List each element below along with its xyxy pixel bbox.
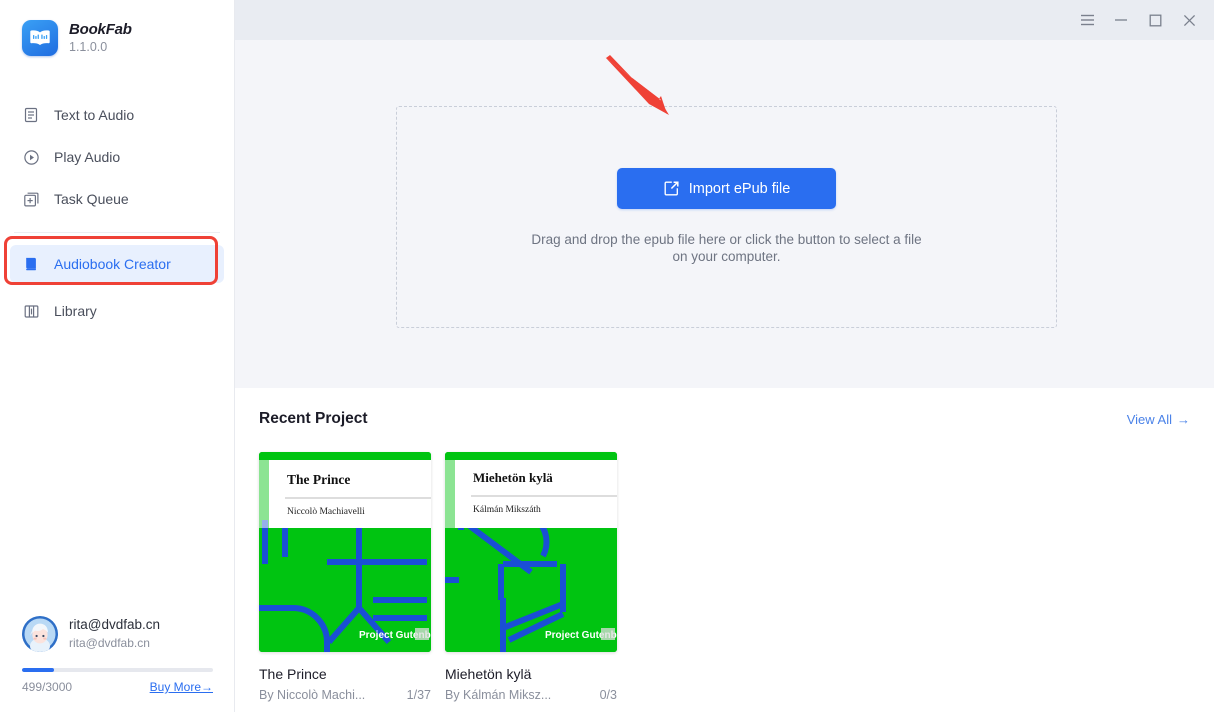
sidebar-nav: Text to Audio Play Audio Task Queue Audi… [0, 96, 234, 330]
import-epub-button[interactable]: Import ePub file [617, 168, 836, 209]
document-icon [22, 106, 40, 124]
quota-row: 499/3000 Buy More→ [22, 680, 213, 694]
maximize-icon[interactable] [1138, 5, 1172, 35]
brand: BookFab 1.1.0.0 [0, 0, 234, 56]
user-account-block: rita@dvdfab.cn rita@dvdfab.cn 499/3000 B… [0, 616, 235, 712]
buy-more-arrow-icon: → [201, 680, 213, 694]
project-subtitle: By Niccolò Machi... 1/37 [259, 688, 431, 702]
buy-more-link[interactable]: Buy More→ [150, 680, 213, 694]
project-progress: 1/37 [406, 688, 431, 702]
project-card-list: The Prince Niccolò Machiavelli Project G… [259, 452, 1190, 702]
sidebar-item-library[interactable]: Library [10, 292, 224, 330]
main-area: Import ePub file Drag and drop the epub … [235, 0, 1214, 712]
arrow-right-icon: → [1177, 411, 1190, 427]
app-window: BookFab 1.1.0.0 Text to Audio Play Audio… [0, 0, 1214, 712]
project-card[interactable]: Miehetön kylä Kálmán Mikszáth Project Gu… [445, 452, 617, 702]
epub-dropzone[interactable]: Import ePub file Drag and drop the epub … [396, 106, 1057, 328]
view-all-link[interactable]: View All → [1127, 412, 1190, 427]
sidebar-item-text-to-audio[interactable]: Text to Audio [10, 96, 224, 134]
title-bar [235, 0, 1214, 40]
import-epub-label: Import ePub file [688, 180, 791, 197]
view-all-label: View All [1126, 411, 1172, 427]
project-card[interactable]: The Prince Niccolò Machiavelli Project G… [259, 452, 431, 702]
close-icon[interactable] [1172, 5, 1206, 35]
play-circle-icon [22, 148, 40, 166]
app-version: 1.1.0.0 [69, 40, 108, 55]
user-email: rita@dvdfab.cn [69, 635, 150, 650]
import-file-icon [663, 180, 680, 197]
recent-header: Recent Project View All → [259, 410, 1190, 428]
sidebar-item-label: Audiobook Creator [54, 256, 171, 272]
app-logo-icon [22, 20, 58, 56]
quota-progress-fill [22, 668, 54, 672]
user-name: rita@dvdfab.cn [69, 617, 160, 633]
recent-project-section: Recent Project View All → The Prince Nic… [235, 388, 1214, 712]
recent-project-title: Recent Project [259, 410, 368, 427]
project-progress: 0/3 [599, 688, 617, 702]
sidebar-item-label: Library [54, 303, 97, 319]
import-section: Import ePub file Drag and drop the epub … [235, 40, 1214, 388]
book-cover: The Prince Niccolò Machiavelli Project G… [259, 452, 431, 652]
buy-more-label: Buy More [149, 680, 201, 694]
dropzone-hint-line1: Drag and drop the epub file here or clic… [531, 232, 922, 247]
avatar [22, 616, 58, 652]
cover-author: Kálmán Mikszáth [473, 505, 541, 515]
quota-progress-bar [22, 668, 213, 672]
dropzone-hint-line2: on your computer. [672, 249, 781, 265]
sidebar-divider [14, 232, 220, 233]
app-name: BookFab [69, 21, 132, 39]
minimize-icon[interactable] [1104, 5, 1138, 35]
cover-title: The Prince [287, 472, 350, 487]
cover-title: Miehetön kylä [473, 470, 553, 485]
book-filled-icon [22, 255, 40, 273]
bookshelf-icon [22, 302, 40, 320]
sidebar-item-label: Text to Audio [54, 107, 135, 123]
task-queue-icon [22, 190, 40, 208]
sidebar-item-play-audio[interactable]: Play Audio [10, 138, 224, 176]
sidebar-item-label: Play Audio [54, 149, 121, 165]
sidebar-item-task-queue[interactable]: Task Queue [10, 180, 224, 218]
user-row[interactable]: rita@dvdfab.cn rita@dvdfab.cn [22, 616, 213, 652]
hamburger-menu-icon[interactable] [1070, 5, 1104, 35]
sidebar-item-audiobook-creator[interactable]: Audiobook Creator [10, 245, 224, 283]
project-author: By Kálmán Miksz... [445, 688, 552, 702]
project-subtitle: By Kálmán Miksz... 0/3 [445, 688, 617, 702]
book-cover: Miehetön kylä Kálmán Mikszáth Project Gu… [445, 452, 617, 652]
quota-count: 499/3000 [22, 680, 73, 694]
project-author: By Niccolò Machi... [259, 688, 366, 702]
project-title: The Prince [259, 666, 327, 682]
sidebar-item-label: Task Queue [54, 191, 129, 207]
user-meta: rita@dvdfab.cn rita@dvdfab.cn [69, 617, 160, 651]
cover-author: Niccolò Machiavelli [287, 507, 365, 517]
sidebar: BookFab 1.1.0.0 Text to Audio Play Audio… [0, 0, 235, 712]
brand-text: BookFab 1.1.0.0 [69, 21, 132, 55]
project-title: Miehetön kylä [445, 666, 532, 682]
dropzone-hint: Drag and drop the epub file here or clic… [531, 231, 921, 265]
